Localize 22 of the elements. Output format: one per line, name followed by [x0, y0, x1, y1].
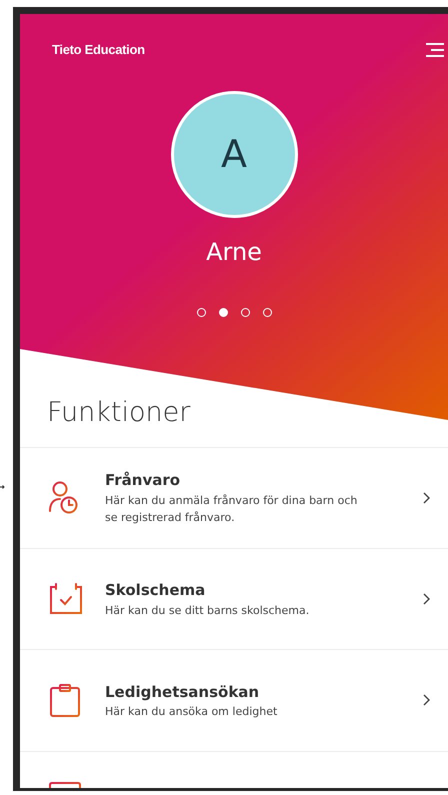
brand-title: Tieto Education: [52, 41, 145, 59]
avatar-initial: A: [221, 130, 247, 178]
item-title: Skolschema: [105, 580, 206, 602]
function-list-item[interactable]: Ledighetsansökan Här kan du ansöka om ledighet: [20, 650, 448, 752]
calendar-check-icon: [49, 583, 83, 616]
list-item-icon: [48, 782, 82, 788]
item-description: Här kan du anmäla frånvaro för dina barn och se registrerad frånvaro.: [105, 492, 358, 526]
chevron-right-icon: [423, 694, 430, 706]
arrow-right-icon: [0, 484, 5, 490]
function-list-item[interactable]: Skolschema Här kan du se ditt barns skolschema.: [20, 548, 448, 650]
profile-name: Arne: [206, 236, 262, 268]
item-title: Frånvaro: [105, 470, 182, 492]
clipboard-icon: [49, 683, 81, 718]
function-list-item[interactable]: Frånvaro Här kan du anmäla frånvaro för dina barn och se registrerad frånvaro.: [20, 448, 448, 549]
section-title: Funktioner: [47, 396, 190, 430]
item-description: Här kan du ansöka om ledighet: [105, 704, 278, 720]
item-title: Ledighetsansökan: [105, 682, 260, 703]
chevron-right-icon: [423, 593, 430, 606]
menu-icon[interactable]: [424, 42, 444, 57]
chevron-right-icon: [423, 492, 430, 504]
item-description: Här kan du se ditt barns skolschema.: [105, 602, 310, 619]
person-clock-icon: [49, 480, 79, 515]
